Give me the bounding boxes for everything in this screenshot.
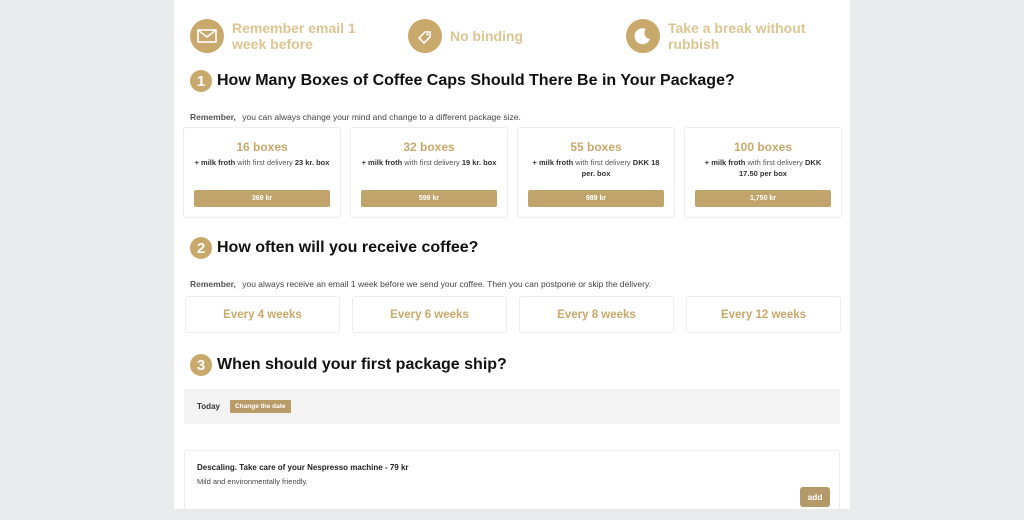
- package-card-100[interactable]: 100 boxes + milk froth with first delive…: [684, 127, 842, 218]
- package-desc: + milk froth with first delivery DKK 18 …: [532, 158, 660, 178]
- package-desc: + milk froth with first delivery 19 kr. …: [361, 158, 497, 167]
- tag-icon: [408, 19, 442, 53]
- step-1-note-bold: Remember,: [190, 112, 236, 122]
- step-2-note-text: you always receive an email 1 week befor…: [242, 279, 651, 289]
- package-card-32[interactable]: 32 boxes + milk froth with first deliver…: [350, 127, 508, 218]
- ship-date-label: Today: [197, 402, 220, 411]
- package-price-button[interactable]: 1,750 kr: [695, 190, 831, 207]
- perk-no-binding: No binding: [408, 19, 523, 53]
- package-title: 100 boxes: [733, 140, 793, 154]
- package-card-16[interactable]: 16 boxes + milk froth with first deliver…: [183, 127, 341, 218]
- package-desc: + milk froth with first delivery DKK 17.…: [704, 158, 822, 178]
- package-title: 16 boxes: [236, 140, 288, 154]
- add-button[interactable]: add: [800, 487, 830, 507]
- step-3-title: When should your first package ship?: [217, 356, 507, 373]
- frequency-option-6[interactable]: Every 6 weeks: [352, 296, 507, 333]
- package-desc: + milk froth with first delivery 23 kr. …: [194, 158, 330, 167]
- step-1-note-text: you can always change your mind and chan…: [242, 112, 521, 122]
- frequency-option-4[interactable]: Every 4 weeks: [185, 296, 340, 333]
- subscription-page: Remember email 1 week before No binding …: [174, 0, 850, 520]
- step-2-title: How often will you receive coffee?: [217, 239, 479, 256]
- addon-title: Descaling. Take care of your Nespresso m…: [197, 463, 409, 472]
- perk-email-text: Remember email 1 week before: [232, 20, 356, 52]
- step-2-header: 2 How often will you receive coffee?: [190, 237, 478, 259]
- change-date-button[interactable]: Change the date: [229, 400, 291, 413]
- package-title: 55 boxes: [570, 140, 622, 154]
- perk-break-text: Take a break without rubbish: [668, 20, 806, 52]
- perk-email: Remember email 1 week before: [190, 19, 372, 53]
- addon-description: Mild and environmentally friendly.: [197, 477, 308, 486]
- step-1-header: 1 How Many Boxes of Coffee Caps Should T…: [190, 70, 735, 92]
- step-2-note-bold: Remember,: [190, 279, 236, 289]
- moon-icon: [626, 19, 660, 53]
- package-title: 32 boxes: [403, 140, 455, 154]
- step-2-note: Remember, you always receive an email 1 …: [190, 279, 651, 289]
- step-3-number: 3: [190, 354, 212, 376]
- step-1-title: How Many Boxes of Coffee Caps Should The…: [217, 72, 735, 89]
- addon-descaling: Descaling. Take care of your Nespresso m…: [184, 450, 840, 520]
- step-1-number: 1: [190, 70, 212, 92]
- step-2-number: 2: [190, 237, 212, 259]
- package-price-button[interactable]: 369 kr: [194, 190, 330, 207]
- step-3-header: 3 When should your first package ship?: [190, 354, 507, 376]
- step-1-note: Remember, you can always change your min…: [190, 112, 521, 122]
- perk-no-binding-text: No binding: [450, 28, 524, 44]
- frequency-option-8[interactable]: Every 8 weeks: [519, 296, 674, 333]
- package-price-button[interactable]: 989 kr: [528, 190, 664, 207]
- frequency-option-12[interactable]: Every 12 weeks: [686, 296, 841, 333]
- perk-break: Take a break without rubbish: [626, 19, 850, 53]
- envelope-icon: [190, 19, 224, 53]
- package-price-button[interactable]: 599 kr: [361, 190, 497, 207]
- package-card-55[interactable]: 55 boxes + milk froth with first deliver…: [517, 127, 675, 218]
- ship-date-bar: Today Change the date: [184, 389, 840, 424]
